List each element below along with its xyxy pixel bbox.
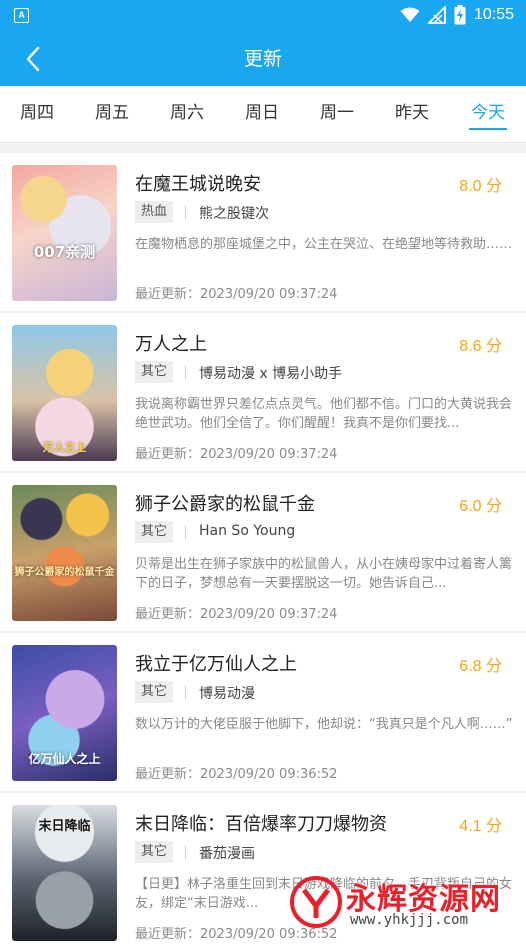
list-item[interactable]: 亿万仙人之上 我立于亿万仙人之上 6.8 分 其它 博易动漫 数以万计的大佬臣服… (0, 633, 526, 791)
list-item[interactable]: 狮子公爵家的松鼠千金 狮子公爵家的松鼠千金 6.0 分 其它 Han So Yo… (0, 473, 526, 631)
divider (185, 206, 186, 219)
author-name: Han So Young (199, 523, 296, 539)
divider (185, 686, 186, 699)
cover-title: 狮子公爵家的松鼠千金 (14, 567, 115, 578)
genre-tag: 其它 (135, 841, 174, 863)
last-updated: 最近更新：2023/09/20 09:37:24 (135, 447, 338, 462)
comic-title: 万人之上 (135, 334, 207, 355)
cover-image: 亿万仙人之上 (12, 645, 117, 781)
divider (185, 366, 186, 379)
last-updated: 最近更新：2023/09/20 09:37:24 (135, 607, 338, 622)
comic-title: 末日降临：百倍爆率刀刀爆物资 (135, 814, 387, 835)
day-tabs: 周四 周五 周六 周日 周一 昨天 今天 (0, 86, 526, 143)
comic-title: 我立于亿万仙人之上 (135, 654, 297, 675)
cover-image: 007亲测 (12, 165, 117, 301)
list-item[interactable]: 007亲测 在魔王城说晚安 8.0 分 热血 熊之股键次 在魔物栖息的那座城堡之… (0, 153, 526, 311)
last-updated: 最近更新：2023/09/20 09:36:52 (135, 927, 338, 942)
app-notification-icon: A (14, 8, 29, 23)
tab-today[interactable]: 今天 (458, 98, 518, 130)
clock: 10:55 (473, 6, 514, 23)
author-name: 番茄漫画 (199, 846, 255, 862)
comic-title: 狮子公爵家的松鼠千金 (135, 494, 315, 515)
comic-description: 【日更】林子洛重生回到末日游戏降临的前夕，手刃背叛自己的女友，绑定“末日游戏..… (135, 877, 513, 911)
signal-icon (427, 6, 446, 24)
divider (185, 846, 186, 859)
author-name: 博易动漫 (199, 686, 255, 702)
cover-title: 亿万仙人之上 (28, 752, 101, 766)
author-name: 熊之股键次 (199, 206, 269, 222)
status-bar: A 10:55 (0, 0, 526, 30)
last-updated: 最近更新：2023/09/20 09:37:24 (135, 287, 338, 302)
rating-score: 8.6 分 (459, 338, 502, 355)
cover-title: 007亲测 (33, 243, 96, 261)
tab-saturday[interactable]: 周六 (157, 98, 217, 128)
tab-sunday[interactable]: 周日 (232, 98, 292, 128)
cover-image: 末日降临 (12, 805, 117, 941)
comic-description: 贝蒂是出生在狮子家族中的松鼠兽人，从小在姨母家中过着寄人篱下的日子，梦想总有一天… (135, 557, 513, 591)
tab-thursday[interactable]: 周四 (7, 98, 67, 128)
comic-description: 我说离称霸世界只差亿点点灵气。他们都不信。门口的大黄说我会绝世武功。他们全信了。… (135, 397, 513, 431)
rating-score: 8.0 分 (459, 178, 502, 195)
cover-image: 万人之上 (12, 325, 117, 461)
divider (185, 526, 186, 539)
genre-tag: 其它 (135, 521, 174, 543)
comic-description: 在魔物栖息的那座城堡之中，公主在哭泣、在绝望地等待救助…… (135, 237, 513, 252)
app-bar: 更新 (0, 30, 526, 86)
cover-title: 末日降临 (38, 819, 91, 834)
rating-score: 6.0 分 (459, 498, 502, 515)
cover-image: 狮子公爵家的松鼠千金 (12, 485, 117, 621)
rating-score: 6.8 分 (459, 658, 502, 675)
genre-tag: 热血 (135, 201, 174, 223)
list-item[interactable]: 万人之上 万人之上 8.6 分 其它 博易动漫 x 博易小助手 我说离称霸世界只… (0, 313, 526, 471)
list-item[interactable]: 末日降临 末日降临：百倍爆率刀刀爆物资 4.1 分 其它 番茄漫画 【日更】林子… (0, 793, 526, 951)
author-name: 博易动漫 x 博易小助手 (199, 366, 343, 382)
page-title: 更新 (243, 48, 282, 70)
genre-tag: 其它 (135, 681, 174, 703)
tab-yesterday[interactable]: 昨天 (382, 98, 442, 128)
battery-charging-icon (454, 5, 466, 25)
tab-monday[interactable]: 周一 (307, 98, 367, 128)
cover-title: 万人之上 (42, 441, 87, 454)
tab-friday[interactable]: 周五 (82, 98, 142, 128)
rating-score: 4.1 分 (459, 818, 502, 835)
comic-title: 在魔王城说晚安 (135, 174, 261, 195)
genre-tag: 其它 (135, 361, 174, 383)
wifi-icon (400, 7, 420, 22)
last-updated: 最近更新：2023/09/20 09:36:52 (135, 767, 338, 782)
comic-description: 数以万计的大佬臣服于他脚下，他却说：“我真只是个凡人啊……” (135, 717, 513, 732)
